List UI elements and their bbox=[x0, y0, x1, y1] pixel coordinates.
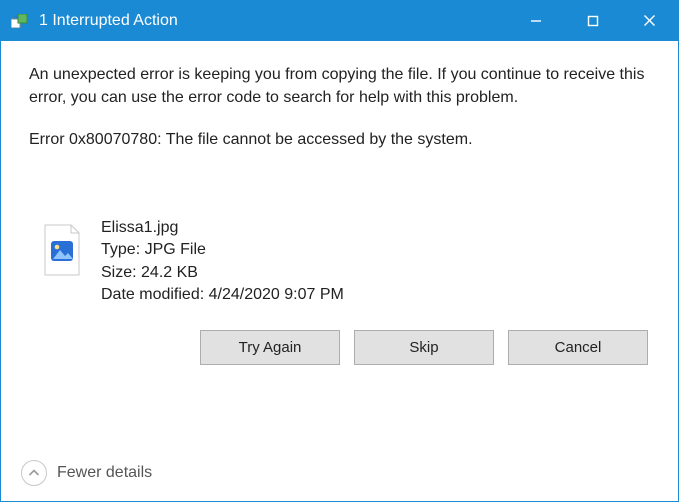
image-file-icon bbox=[35, 217, 89, 277]
copy-progress-icon bbox=[11, 13, 31, 29]
file-metadata: Elissa1.jpg Type: JPG File Size: 24.2 KB… bbox=[101, 217, 344, 305]
button-row: Try Again Skip Cancel bbox=[29, 330, 650, 365]
maximize-button[interactable] bbox=[564, 0, 621, 41]
chevron-up-icon bbox=[21, 460, 47, 486]
window-title: 1 Interrupted Action bbox=[39, 12, 178, 30]
error-code-line: Error 0x80070780: The file cannot be acc… bbox=[29, 131, 650, 149]
file-info-block: Elissa1.jpg Type: JPG File Size: 24.2 KB… bbox=[35, 217, 650, 305]
file-size: Size: 24.2 KB bbox=[101, 262, 344, 284]
details-toggle-label: Fewer details bbox=[57, 464, 152, 482]
maximize-icon bbox=[587, 15, 599, 27]
error-message: An unexpected error is keeping you from … bbox=[29, 63, 650, 109]
dialog-window: 1 Interrupted Action An unexpected error… bbox=[0, 0, 679, 502]
dialog-content: An unexpected error is keeping you from … bbox=[1, 41, 678, 445]
minimize-button[interactable] bbox=[507, 0, 564, 41]
cancel-button[interactable]: Cancel bbox=[508, 330, 648, 365]
try-again-button[interactable]: Try Again bbox=[200, 330, 340, 365]
file-name: Elissa1.jpg bbox=[101, 217, 344, 239]
file-modified: Date modified: 4/24/2020 9:07 PM bbox=[101, 284, 344, 306]
close-icon bbox=[643, 14, 656, 27]
titlebar[interactable]: 1 Interrupted Action bbox=[1, 0, 678, 41]
close-button[interactable] bbox=[621, 0, 678, 41]
file-type: Type: JPG File bbox=[101, 239, 344, 261]
minimize-icon bbox=[530, 15, 542, 27]
details-toggle[interactable]: Fewer details bbox=[1, 445, 678, 501]
skip-button[interactable]: Skip bbox=[354, 330, 494, 365]
